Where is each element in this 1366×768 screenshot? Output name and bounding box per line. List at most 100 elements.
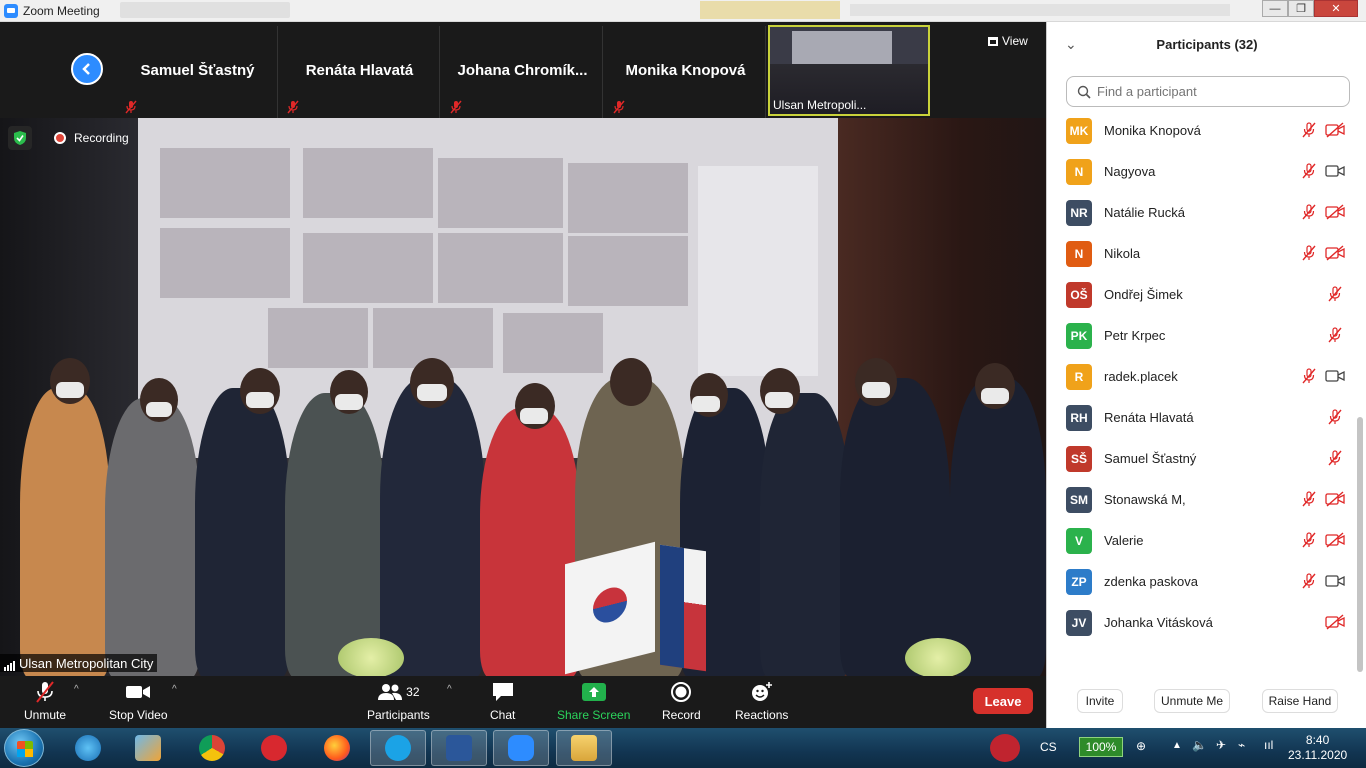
strip-back-button[interactable] <box>71 53 103 85</box>
clock[interactable]: 8:40 23.11.2020 <box>1288 733 1347 763</box>
video-off-icon <box>1325 614 1345 630</box>
word-icon <box>446 735 472 761</box>
participant-avatar: V <box>1066 528 1092 554</box>
video-off-icon <box>1325 245 1345 261</box>
active-speaker-thumbnail[interactable]: Ulsan Metropoli... <box>768 25 930 116</box>
participant-row[interactable]: Rradek.placek <box>1047 356 1357 397</box>
internet-explorer-icon <box>75 735 101 761</box>
tray-app-icon[interactable]: ⊕ <box>1136 739 1146 753</box>
participant-row[interactable]: OŠ Ondřej Šimek <box>1047 274 1357 315</box>
firefox-icon <box>324 735 350 761</box>
panel-scrollbar[interactable] <box>1357 417 1363 672</box>
chevron-left-icon <box>82 63 90 75</box>
mic-muted-icon <box>1301 122 1317 138</box>
video-camera-icon <box>1325 163 1345 179</box>
recording-indicator: Recording <box>8 126 129 150</box>
start-button[interactable] <box>4 729 44 767</box>
recording-label: Recording <box>74 131 129 145</box>
battery-indicator[interactable]: 100% <box>1079 737 1123 757</box>
video-off-icon <box>1325 491 1345 507</box>
participants-button[interactable]: 32 Participants <box>367 680 430 722</box>
tile-name: Monika Knopová <box>625 62 746 79</box>
mic-muted-icon <box>1327 286 1343 302</box>
background-window-blur <box>850 4 1230 16</box>
video-tile[interactable]: Samuel Šťastný <box>118 26 278 118</box>
leave-button[interactable]: Leave <box>973 688 1033 714</box>
zoom-app-icon <box>4 3 18 18</box>
record-icon <box>671 682 692 702</box>
clock-time: 8:40 <box>1305 733 1330 747</box>
taskbar-word[interactable] <box>431 730 487 766</box>
unmute-button[interactable]: Unmute <box>24 680 66 722</box>
window-title: Zoom Meeting <box>23 3 100 18</box>
mic-muted-icon <box>287 100 299 114</box>
close-button[interactable]: ✕ <box>1314 0 1358 17</box>
participant-name: Natálie Rucká <box>1104 205 1185 220</box>
participant-name: Ondřej Šimek <box>1104 287 1183 302</box>
taskbar-firefox[interactable] <box>309 730 365 766</box>
taskbar-explorer[interactable] <box>556 730 612 766</box>
taskbar-health-app[interactable] <box>246 730 302 766</box>
participant-row[interactable]: ZP zdenka paskova <box>1047 561 1357 602</box>
reactions-button[interactable]: Reactions <box>735 680 788 722</box>
record-button[interactable]: Record <box>662 680 701 722</box>
participant-name: Stonawská M, <box>1104 492 1186 507</box>
taskbar-zoom[interactable] <box>493 730 549 766</box>
minimize-button[interactable]: — <box>1262 0 1288 17</box>
share-screen-button[interactable]: Share Screen <box>557 680 630 722</box>
participant-name: Valerie <box>1104 533 1144 548</box>
share-screen-icon <box>581 683 606 701</box>
raise-hand-button[interactable]: Raise Hand <box>1262 689 1338 713</box>
volume-icon[interactable]: 🔈 <box>1192 738 1207 752</box>
main-video <box>0 118 1046 676</box>
participant-search[interactable] <box>1066 76 1350 107</box>
video-camera-icon <box>126 686 151 698</box>
participant-name: Renáta Hlavatá <box>1104 410 1194 425</box>
shield-icon[interactable] <box>8 126 32 150</box>
participant-row[interactable]: MK Monika Knopová <box>1047 110 1357 151</box>
participant-row[interactable]: SŠ Samuel Šťastný <box>1047 438 1357 479</box>
mic-muted-icon <box>1301 204 1317 220</box>
taskbar-media-player[interactable] <box>120 730 176 766</box>
video-options-caret[interactable]: ^ <box>172 684 177 695</box>
participant-row[interactable]: N Nikola <box>1047 233 1357 274</box>
taskbar-internet-explorer[interactable] <box>60 730 116 766</box>
antivirus-tray-icon[interactable] <box>990 734 1020 762</box>
participant-row[interactable]: JV Johanka Vitásková <box>1047 602 1357 643</box>
unmute-me-button[interactable]: Unmute Me <box>1154 689 1230 713</box>
video-tile[interactable]: Monika Knopová <box>606 26 766 118</box>
language-indicator[interactable]: CS <box>1040 740 1057 754</box>
participant-row[interactable]: NR Natálie Rucká <box>1047 192 1357 233</box>
maximize-button[interactable]: ❐ <box>1288 0 1314 17</box>
video-tile[interactable]: Johana Chromík... <box>443 26 603 118</box>
tray-generic-icon[interactable]: ✈ <box>1216 738 1226 752</box>
stop-video-label: Stop Video <box>109 708 168 722</box>
participant-name: Nagyova <box>1104 164 1156 179</box>
mic-muted-icon <box>1301 245 1317 261</box>
network-icon[interactable]: ııl <box>1264 738 1273 752</box>
video-tile[interactable]: Renáta Hlavatá <box>280 26 440 118</box>
stop-video-button[interactable]: Stop Video <box>109 680 168 722</box>
participant-row[interactable]: SM Stonawská M, <box>1047 479 1357 520</box>
meeting-stage: Samuel Šťastný Renáta Hlavatá Johana Chr… <box>0 22 1046 676</box>
korean-flag <box>565 541 655 675</box>
search-input[interactable] <box>1097 84 1327 99</box>
invite-button[interactable]: Invite <box>1077 689 1123 713</box>
power-plug-icon[interactable]: ⌁ <box>1238 738 1245 752</box>
participants-options-caret[interactable]: ^ <box>447 684 452 695</box>
folder-icon <box>571 735 597 761</box>
czech-flag <box>660 544 706 672</box>
mic-muted-icon <box>613 100 625 114</box>
participant-row[interactable]: RH Renáta Hlavatá <box>1047 397 1357 438</box>
grid-view-icon <box>988 36 998 46</box>
mic-muted-icon <box>1301 532 1317 548</box>
taskbar-chrome[interactable] <box>184 730 240 766</box>
participant-row[interactable]: PK Petr Krpec <box>1047 315 1357 356</box>
show-hidden-icons-icon[interactable]: ▲ <box>1172 740 1182 751</box>
participant-row[interactable]: N Nagyova <box>1047 151 1357 192</box>
audio-options-caret[interactable]: ^ <box>74 684 79 695</box>
taskbar-skype[interactable] <box>370 730 426 766</box>
participant-row[interactable]: V Valerie <box>1047 520 1357 561</box>
view-button[interactable]: View <box>988 34 1028 48</box>
chat-button[interactable]: Chat <box>490 680 515 722</box>
